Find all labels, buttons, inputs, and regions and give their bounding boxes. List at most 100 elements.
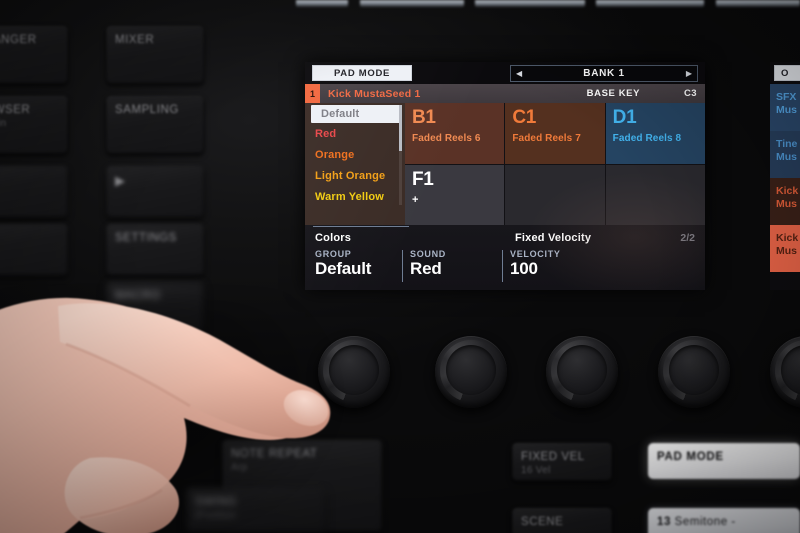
- knob-4[interactable]: [658, 336, 730, 408]
- sound-list-item-2-line2: Mus: [776, 151, 797, 164]
- footer-section-titles: Colors Fixed Velocity 2/2: [305, 229, 705, 247]
- top-button-strip-2[interactable]: [360, 0, 464, 7]
- button-browser-label: BROWSER: [0, 104, 31, 116]
- display-footer: Colors Fixed Velocity 2/2 GROUP Default …: [305, 225, 705, 290]
- sound-list-item-3-line2: Mus: [776, 198, 797, 211]
- color-item-red-label: Red: [315, 127, 337, 140]
- pad-f1[interactable]: F1 +: [405, 164, 505, 225]
- button-scene-label: SCENE: [521, 516, 564, 528]
- footer-page-indicator: 2/2: [680, 232, 695, 244]
- section-underline: [313, 226, 409, 227]
- color-item-default-label: Default: [321, 108, 360, 120]
- sound-list-item-2-line1: Tine: [776, 138, 798, 150]
- button-play-right[interactable]: ▶: [106, 166, 204, 218]
- secondary-tab-label: O: [781, 67, 789, 79]
- color-item-orange[interactable]: Orange: [305, 144, 405, 165]
- button-scene[interactable]: SCENE: [512, 508, 612, 533]
- color-item-warm-yellow[interactable]: Warm Yellow: [305, 186, 405, 207]
- sound-list-item-1[interactable]: SFX Mus: [770, 84, 800, 131]
- color-item-default[interactable]: Default: [311, 105, 400, 123]
- param-sound[interactable]: SOUND Red: [410, 249, 510, 282]
- button-arranger[interactable]: ARRANGER: [0, 26, 68, 84]
- secondary-display-header: O: [770, 62, 800, 84]
- param-sound-label: SOUND: [410, 249, 447, 259]
- color-item-light-orange[interactable]: Light Orange: [305, 165, 405, 186]
- button-browser[interactable]: BROWSER +Plug-in: [0, 96, 68, 154]
- play-icon: ▶: [115, 173, 126, 188]
- button-settings-label: SETTINGS: [115, 232, 177, 244]
- param-divider-1: [402, 250, 403, 282]
- pad-f1-note: F1: [412, 168, 434, 190]
- secondary-display[interactable]: O SFX Mus Tine Mus Kick Mus Kick Mus: [770, 62, 800, 290]
- pad-grid[interactable]: B1 Faded Reels 6 C1 Faded Reels 7 D1 Fad…: [405, 103, 705, 225]
- button-pad-mode-label: PAD MODE: [657, 451, 724, 463]
- pad-empty-1[interactable]: [505, 164, 605, 225]
- color-list[interactable]: Default Red Orange Light Orange Warm Yel…: [305, 103, 405, 225]
- param-group-value: Default: [315, 259, 372, 278]
- pad-c1-sound: Faded Reels 7: [512, 133, 581, 144]
- button-semitone-label: Semitone -: [674, 516, 736, 528]
- sound-list-item-3[interactable]: Kick Mus: [770, 178, 800, 225]
- button-fixed-vel-sublabel: 16 Vel: [521, 465, 551, 477]
- param-velocity-value: 100: [510, 259, 538, 278]
- button-pad-mode[interactable]: PAD MODE: [648, 443, 800, 479]
- knob-5[interactable]: [770, 336, 800, 408]
- top-button-strip-4[interactable]: [596, 0, 704, 7]
- param-velocity[interactable]: VELOCITY 100: [510, 249, 610, 279]
- display-body: Default Red Orange Light Orange Warm Yel…: [305, 103, 705, 225]
- sound-header-row: 1 Kick MustaSeed 1 BASE KEY C3: [305, 84, 705, 103]
- pad-d1-note: D1: [612, 107, 637, 128]
- top-button-strip-1[interactable]: [296, 0, 348, 7]
- sound-name: Kick MustaSeed 1: [328, 87, 421, 100]
- color-item-warm-yellow-label: Warm Yellow: [315, 190, 384, 203]
- footer-section-fixed-velocity: Fixed Velocity: [515, 232, 592, 244]
- pad-d1[interactable]: D1 Faded Reels 8: [605, 103, 705, 164]
- hand-shadow: [0, 300, 340, 533]
- param-velocity-label: VELOCITY: [510, 249, 561, 259]
- display-header: PAD MODE ◀ BANK 1 ▶: [305, 62, 705, 84]
- pad-b1[interactable]: B1 Faded Reels 6: [405, 103, 505, 164]
- button-file-sublabel: Save: [0, 246, 59, 259]
- param-group[interactable]: GROUP Default: [315, 249, 410, 282]
- sound-list-item-4[interactable]: Kick Mus: [770, 225, 800, 272]
- top-button-strip-3[interactable]: [475, 0, 585, 7]
- top-button-strip-5[interactable]: [716, 0, 800, 7]
- footer-parameters: GROUP Default SOUND Red VELOCITY 100: [305, 247, 705, 282]
- bank-selector[interactable]: ◀ BANK 1 ▶: [510, 64, 698, 82]
- button-sampling[interactable]: SAMPLING: [106, 96, 204, 154]
- bank-next-icon[interactable]: ▶: [686, 69, 692, 78]
- param-group-label: GROUP: [315, 249, 352, 259]
- bank-label: BANK 1: [583, 67, 625, 79]
- sound-list-item-1-line2: Mus: [776, 104, 797, 117]
- pad-c1[interactable]: C1 Faded Reels 7: [505, 103, 605, 164]
- pad-c1-note: C1: [512, 107, 537, 128]
- base-key-value: C3: [684, 88, 697, 99]
- pad-f1-add-icon[interactable]: +: [412, 194, 497, 206]
- button-file[interactable]: FILE Save: [0, 224, 68, 276]
- pad-empty-2[interactable]: [605, 164, 705, 225]
- color-item-light-orange-label: Light Orange: [315, 169, 386, 182]
- button-mixer-label: MIXER: [115, 34, 155, 46]
- param-sound-value: Red: [410, 259, 442, 278]
- knob-3[interactable]: [546, 336, 618, 408]
- knob-2[interactable]: [435, 336, 507, 408]
- sound-list-item-2[interactable]: Tine Mus: [770, 131, 800, 178]
- pad-b1-note: B1: [412, 107, 436, 128]
- sound-list-item-1-line1: SFX: [776, 91, 797, 103]
- color-item-red[interactable]: Red: [305, 123, 405, 144]
- button-play[interactable]: [0, 166, 68, 218]
- button-semitone[interactable]: 13 Semitone -: [648, 508, 800, 533]
- tab-pad-mode-label: PAD MODE: [333, 67, 391, 79]
- button-mixer[interactable]: MIXER: [106, 26, 204, 84]
- tab-pad-mode[interactable]: PAD MODE: [312, 65, 412, 81]
- sound-list-item-3-line1: Kick: [776, 185, 799, 197]
- device-display[interactable]: PAD MODE ◀ BANK 1 ▶ 1 Kick MustaSeed 1 B…: [305, 62, 705, 290]
- button-settings[interactable]: SETTINGS: [106, 224, 204, 276]
- button-semitone-number: 13: [657, 516, 671, 528]
- color-list-scrollbar[interactable]: [399, 105, 402, 151]
- color-item-orange-label: Orange: [315, 148, 355, 161]
- secondary-tab[interactable]: O: [774, 65, 800, 81]
- button-browser-sublabel: +Plug-in: [0, 118, 7, 130]
- button-fixed-vel[interactable]: FIXED VEL 16 Vel: [512, 443, 612, 481]
- button-fixed-vel-label: FIXED VEL: [521, 451, 585, 463]
